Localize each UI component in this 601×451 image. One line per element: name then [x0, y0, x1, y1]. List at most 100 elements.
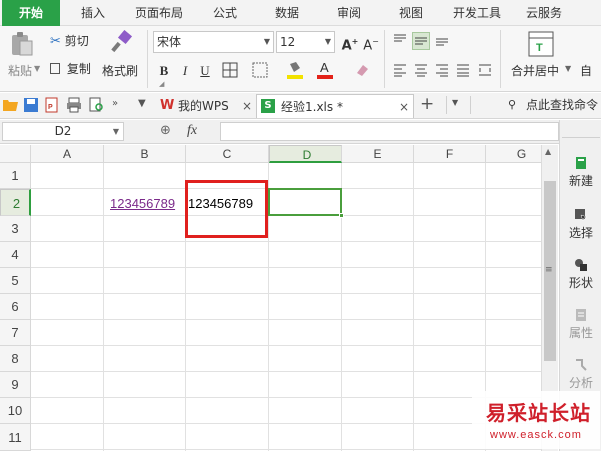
insert-function-button[interactable]: fx: [187, 123, 197, 139]
customize-dropdown-icon[interactable]: ▼: [138, 98, 146, 109]
side-item-select[interactable]: 选择: [560, 208, 601, 241]
underline-button[interactable]: U: [196, 62, 214, 80]
align-center-icon[interactable]: [412, 62, 430, 80]
doc-tab-active[interactable]: S 经验1.xls * ×: [256, 94, 414, 118]
tab-page-layout[interactable]: 页面布局: [126, 0, 192, 26]
active-cell-d2[interactable]: [268, 188, 342, 216]
grid-line: [31, 319, 541, 320]
merge-center-icon[interactable]: T: [528, 31, 554, 57]
row-header[interactable]: 10: [0, 398, 31, 424]
tab-list-icon[interactable]: ▼: [452, 98, 458, 107]
doc-tab-my-wps[interactable]: W 我的WPS ×: [156, 94, 254, 118]
tab-insert[interactable]: 插入: [66, 0, 120, 26]
row-header[interactable]: 5: [0, 268, 31, 294]
column-header[interactable]: E: [342, 145, 414, 163]
align-top-icon[interactable]: [391, 32, 409, 50]
side-item-properties[interactable]: 属性: [560, 308, 601, 341]
export-pdf-icon[interactable]: P: [44, 97, 60, 113]
tab-data[interactable]: 数据: [260, 0, 314, 26]
row-header[interactable]: 7: [0, 320, 31, 346]
command-search[interactable]: ⚲ 点此查找命令: [508, 94, 601, 116]
grid-line: [31, 345, 541, 346]
decrease-font-icon[interactable]: A−: [362, 33, 380, 53]
font-name-select[interactable]: 宋体 ▼: [153, 31, 274, 53]
font-color-icon[interactable]: A: [316, 60, 334, 79]
align-bottom-icon[interactable]: [433, 32, 451, 50]
svg-text:T: T: [536, 42, 543, 54]
name-box[interactable]: D2 ▼: [2, 122, 124, 141]
spreadsheet-file-icon: S: [261, 99, 275, 113]
font-size-select[interactable]: 12 ▼: [276, 31, 335, 53]
zoom-formula-icon[interactable]: ⊕: [160, 123, 171, 138]
fill-handle[interactable]: [339, 213, 344, 218]
column-header-selected[interactable]: D: [269, 145, 342, 163]
align-right-icon[interactable]: [433, 62, 451, 80]
row-header[interactable]: 8: [0, 346, 31, 372]
distribute-icon[interactable]: [454, 62, 472, 80]
svg-text:P: P: [48, 104, 53, 111]
close-icon[interactable]: ×: [399, 95, 409, 119]
bold-button[interactable]: B: [155, 62, 173, 80]
cut-button[interactable]: ✂ 剪切: [50, 32, 89, 49]
name-box-value: D2: [54, 124, 72, 138]
column-header[interactable]: G: [486, 145, 541, 163]
tab-developer[interactable]: 开发工具: [446, 0, 508, 26]
row-header[interactable]: 11: [0, 424, 31, 451]
cell-c2[interactable]: 123456789: [188, 196, 253, 211]
row-header[interactable]: 1: [0, 163, 31, 189]
grid-line: [31, 423, 541, 424]
command-search-label: 点此查找命令: [526, 98, 599, 112]
tab-home[interactable]: 开始: [2, 0, 60, 26]
spreadsheet-app: 开始 插入 页面布局 公式 数据 审阅 视图 开发工具 云服务 粘贴 ▼ ✂ 剪…: [0, 0, 601, 451]
save-icon[interactable]: [24, 98, 38, 112]
merge-dropdown-icon[interactable]: ▼: [565, 64, 571, 73]
format-painter-icon[interactable]: [108, 29, 134, 54]
tab-cloud[interactable]: 云服务: [514, 0, 574, 26]
tab-review[interactable]: 审阅: [322, 0, 376, 26]
fill-color-icon[interactable]: [286, 60, 304, 79]
more-commands-icon[interactable]: »: [112, 98, 118, 109]
new-sheet-icon: [574, 156, 588, 170]
column-header[interactable]: A: [31, 145, 104, 163]
close-icon[interactable]: ×: [242, 94, 252, 118]
select-all-corner[interactable]: [0, 145, 31, 163]
align-middle-icon[interactable]: [412, 32, 430, 50]
increase-font-icon[interactable]: A+: [341, 33, 359, 53]
scroll-up-icon[interactable]: ▲: [545, 147, 551, 156]
cell-b2[interactable]: 123456789: [110, 196, 175, 211]
column-header[interactable]: B: [104, 145, 186, 163]
analysis-icon: [574, 358, 588, 372]
side-item-analysis[interactable]: 分析: [560, 358, 601, 391]
row-header[interactable]: 6: [0, 294, 31, 320]
row-header[interactable]: 4: [0, 242, 31, 268]
paste-dropdown-icon[interactable]: ▼: [34, 64, 40, 73]
copy-button[interactable]: 复制: [50, 60, 91, 77]
tab-formulas[interactable]: 公式: [198, 0, 252, 26]
print-icon[interactable]: [66, 97, 82, 113]
row-header[interactable]: 3: [0, 216, 31, 242]
new-tab-icon[interactable]: +: [420, 94, 434, 114]
column-header[interactable]: C: [186, 145, 269, 163]
open-folder-icon[interactable]: [3, 98, 18, 111]
side-item-shape[interactable]: 形状: [560, 258, 601, 291]
row-header[interactable]: 9: [0, 372, 31, 398]
font-dialog-launcher-icon[interactable]: ◢: [159, 80, 164, 88]
borders-icon[interactable]: [221, 62, 239, 80]
column-header[interactable]: F: [414, 145, 486, 163]
paste-button[interactable]: 粘贴: [8, 62, 32, 79]
spreadsheet-grid[interactable]: A B C D E F G 1 2 3 4 5 6 7 8 9 10 11 12…: [0, 145, 541, 451]
tab-view[interactable]: 视图: [384, 0, 438, 26]
wrap-text-icon[interactable]: [476, 62, 494, 80]
paste-icon[interactable]: [8, 31, 36, 57]
italic-button[interactable]: I: [176, 62, 194, 80]
merge-center-button[interactable]: 合并居中: [511, 62, 559, 79]
formula-input[interactable]: [220, 122, 559, 141]
auto-wrap-button[interactable]: 自: [580, 62, 592, 79]
fill-pattern-icon[interactable]: [251, 62, 269, 80]
clear-format-icon[interactable]: [353, 62, 371, 80]
align-left-icon[interactable]: [391, 62, 409, 80]
format-painter-button[interactable]: 格式刷: [102, 62, 138, 79]
print-preview-icon[interactable]: [89, 97, 105, 113]
row-header-selected[interactable]: 2: [0, 189, 31, 216]
side-item-new[interactable]: 新建: [560, 156, 601, 189]
